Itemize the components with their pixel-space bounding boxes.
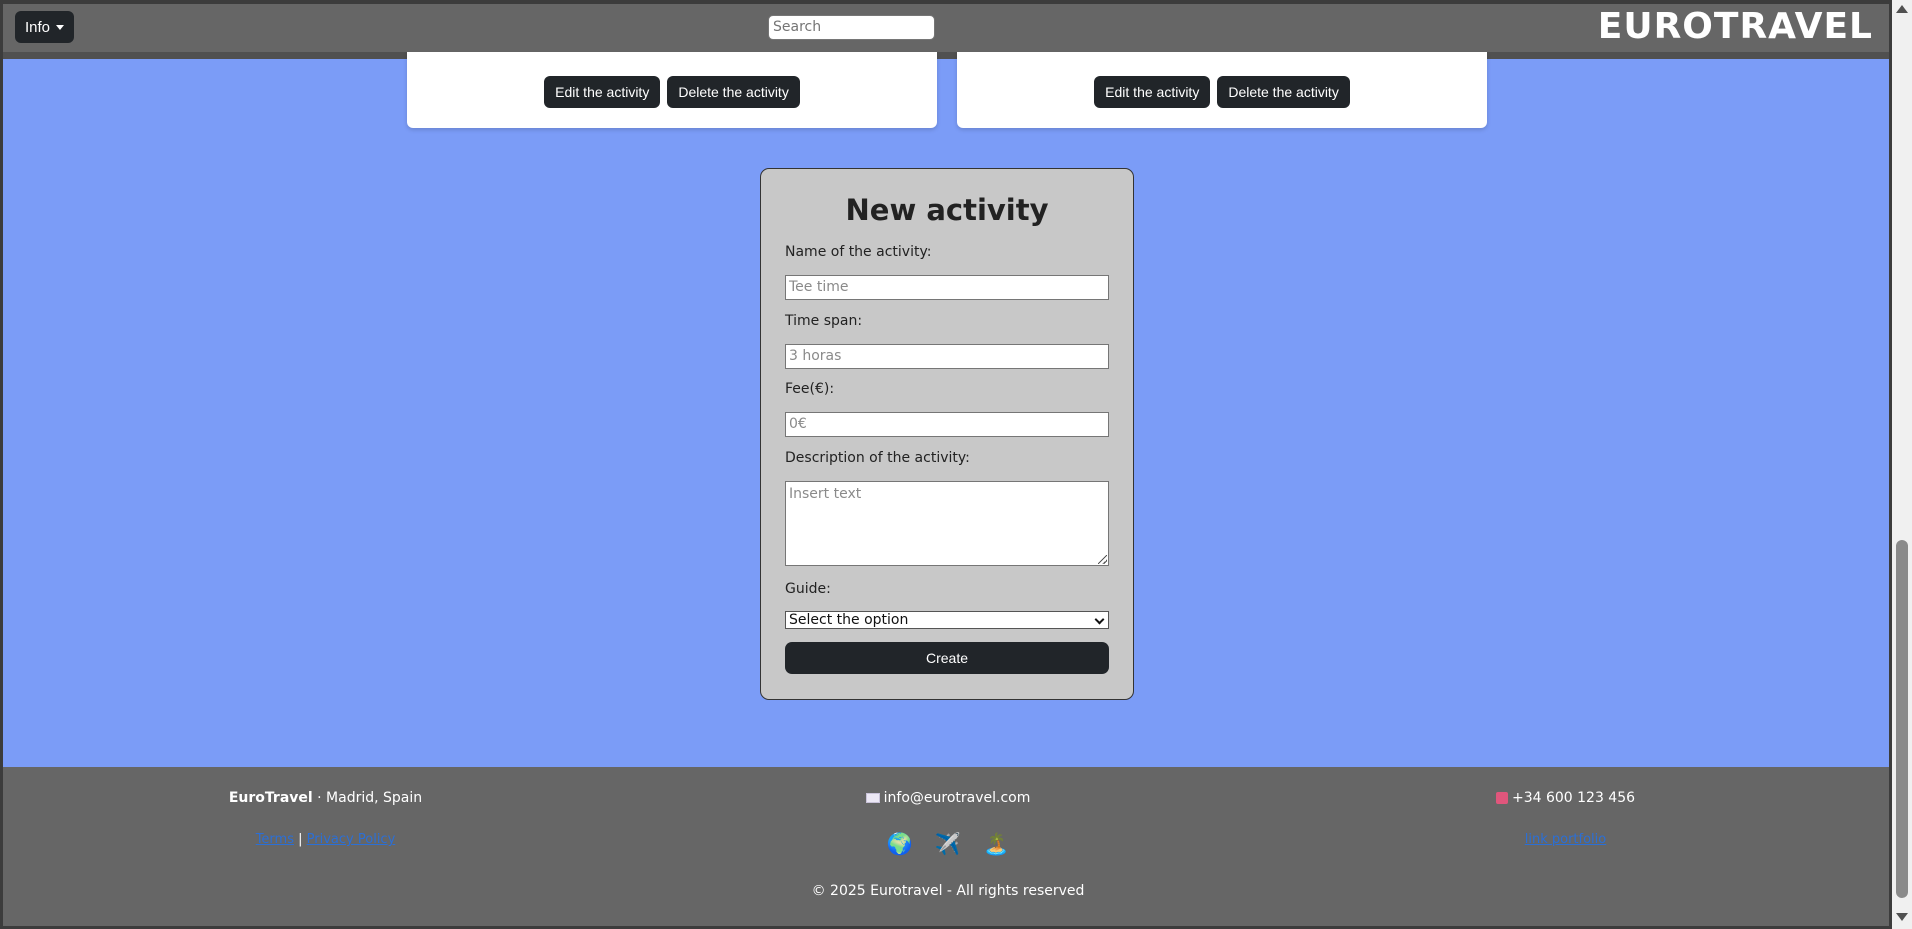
create-button[interactable]: Create: [785, 642, 1109, 674]
description-textarea[interactable]: Insert text: [785, 481, 1109, 566]
info-label: Info: [24, 18, 51, 36]
phone-icon: [1495, 792, 1508, 804]
activity-card: Edit the activity Delete the activity: [407, 52, 937, 128]
scroll-up-arrow-icon[interactable]: [1896, 5, 1908, 13]
time-span-input[interactable]: 3 horas: [785, 344, 1109, 369]
caret-down-icon: [56, 24, 65, 30]
airplane-icon: ✈️: [934, 832, 962, 856]
guide-label: Guide:: [785, 581, 831, 597]
globe-icon: 🌍: [886, 832, 913, 856]
footer-email: info@eurotravel.com: [883, 790, 1031, 806]
scrollbar[interactable]: [1892, 0, 1912, 929]
fee-input[interactable]: 0€: [785, 412, 1109, 437]
edit-activity-button[interactable]: Edit the activity: [1094, 76, 1211, 108]
privacy-policy-link[interactable]: Privacy Policy: [307, 832, 396, 847]
activity-name-input[interactable]: Tee time: [785, 275, 1109, 300]
time-span-label: Time span:: [785, 313, 863, 329]
delete-activity-button[interactable]: Delete the activity: [1217, 76, 1350, 108]
chevron-down-icon: [1094, 614, 1105, 625]
footer: EuroTravel · Madrid, Spain Terms | Priva…: [3, 767, 1889, 926]
terms-link[interactable]: Terms: [256, 832, 294, 847]
footer-middle: info@eurotravel.com 🌍 ✈️ 🏝️ © 2025 Eurot…: [703, 767, 1193, 907]
name-label: Name of the activity:: [785, 244, 932, 260]
new-activity-form: New activity Name of the activity: Tee t…: [760, 168, 1134, 700]
edit-activity-button[interactable]: Edit the activity: [544, 76, 661, 108]
resize-handle-icon[interactable]: [1098, 555, 1107, 564]
description-label: Description of the activity:: [785, 450, 970, 466]
fee-label: Fee(€):: [785, 381, 835, 397]
description-placeholder: Insert text: [789, 486, 862, 502]
delete-activity-button[interactable]: Delete the activity: [667, 76, 800, 108]
info-dropdown-button[interactable]: Info: [15, 11, 74, 43]
footer-location: · Madrid, Spain: [312, 790, 423, 806]
scrollbar-thumb[interactable]: [1896, 540, 1908, 898]
copyright: © 2025 Eurotravel - All rights reserved: [811, 883, 1085, 899]
form-title: New activity: [845, 193, 1049, 227]
footer-left: EuroTravel · Madrid, Spain Terms | Priva…: [183, 767, 468, 867]
scroll-down-arrow-icon[interactable]: [1896, 913, 1908, 921]
activity-card: Edit the activity Delete the activity: [957, 52, 1487, 128]
page: Info Search EUROTRAVEL Edit the activity…: [0, 0, 1892, 929]
footer-brand: EuroTravel: [228, 790, 313, 806]
envelope-icon: [865, 793, 880, 803]
navbar: Info Search EUROTRAVEL: [3, 0, 1889, 59]
island-icon: 🏝️: [983, 832, 1010, 856]
link-separator: |: [298, 832, 303, 847]
footer-right: +34 600 123 456 link portfolio: [1423, 767, 1708, 867]
guide-select[interactable]: Select the option: [785, 611, 1109, 629]
footer-phone: +34 600 123 456: [1511, 790, 1636, 806]
search-input[interactable]: Search: [768, 15, 935, 40]
portfolio-link[interactable]: link portfolio: [1525, 832, 1606, 847]
brand-logo[interactable]: EUROTRAVEL: [1598, 6, 1873, 47]
guide-selected-value: Select the option: [789, 612, 909, 628]
